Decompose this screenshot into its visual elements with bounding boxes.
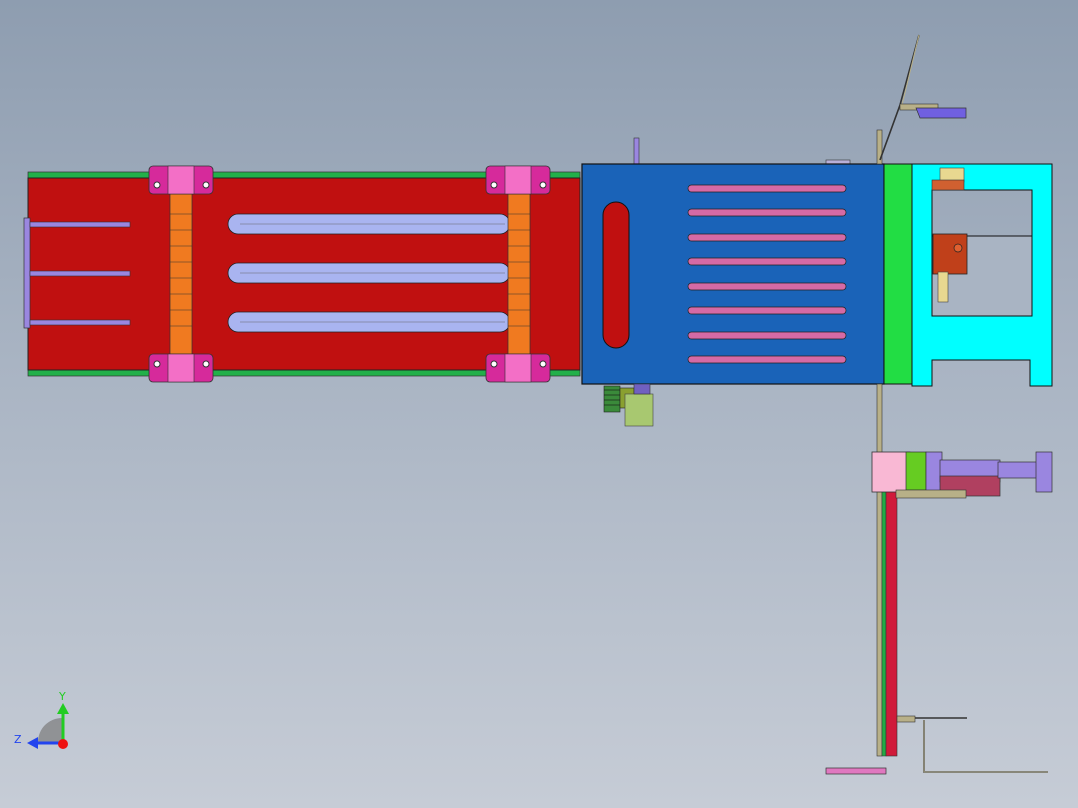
bearing-clamp-bottom-right[interactable]: [485, 353, 551, 383]
assembly-drawing[interactable]: Y Z: [0, 0, 1078, 808]
z-axis-arrow: [27, 737, 38, 749]
green-flange[interactable]: [883, 163, 913, 385]
roller-1[interactable]: [169, 191, 193, 359]
housing-top-stud: [633, 137, 640, 165]
cyan-bracket[interactable]: [911, 163, 1053, 387]
roller-2[interactable]: [507, 191, 531, 359]
conveyor-end-cap: [23, 217, 31, 329]
housing-window: [602, 201, 630, 349]
bearing-clamp-top-left[interactable]: [148, 165, 214, 195]
pink-block: [871, 451, 911, 493]
conveyor-assembly[interactable]: [23, 165, 581, 383]
bearing-clamp-bottom-left[interactable]: [148, 353, 214, 383]
y-axis-arrow: [57, 703, 69, 714]
bearing-clamp-top-right[interactable]: [485, 165, 551, 195]
triad-origin: [58, 739, 68, 749]
orientation-triad: Y Z: [14, 690, 69, 749]
cad-viewport[interactable]: Y Z: [0, 0, 1078, 808]
guide-bar-1: [29, 221, 131, 228]
slider-block[interactable]: [932, 233, 968, 275]
guide-bar-2: [29, 270, 131, 277]
blue-housing[interactable]: [581, 137, 885, 427]
bottom-wire-bracket[interactable]: [896, 715, 1048, 773]
z-axis-label: Z: [14, 733, 22, 746]
top-wire-bracket[interactable]: [879, 34, 967, 161]
bottom-plate: [825, 767, 887, 775]
guide-bar-3: [29, 319, 131, 326]
cylinder-assembly[interactable]: [871, 451, 1053, 499]
triad-arc: [38, 718, 62, 742]
gear-motor[interactable]: [603, 383, 654, 427]
y-axis-label: Y: [58, 690, 66, 703]
